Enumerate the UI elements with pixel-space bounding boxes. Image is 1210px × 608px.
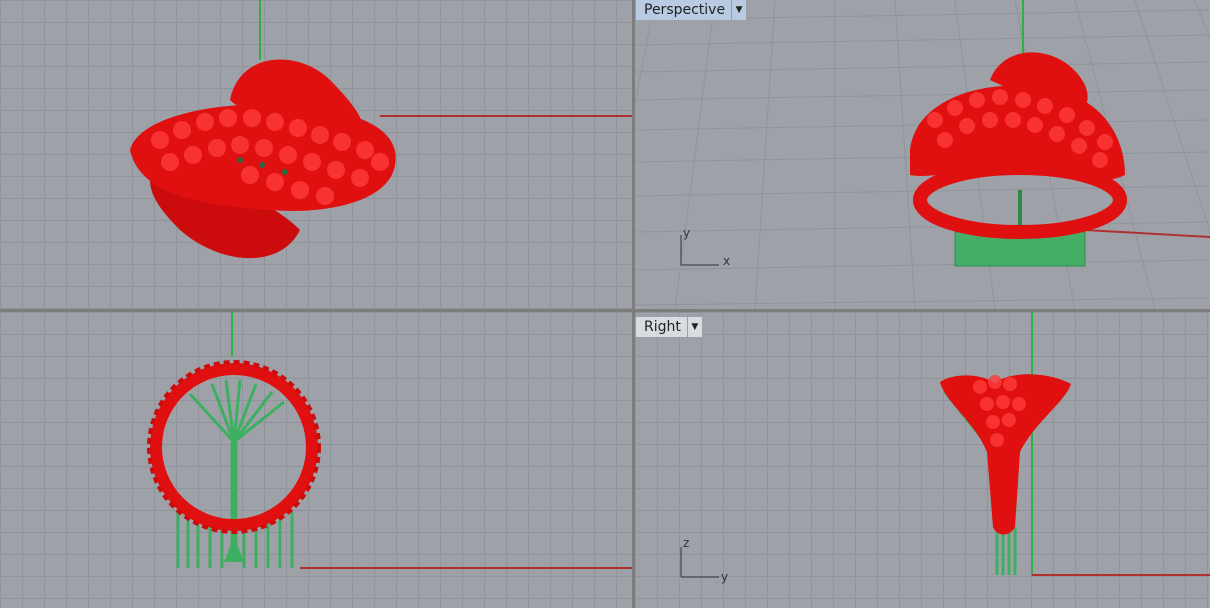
axis-z-label: z: [683, 536, 690, 550]
viewport-label-perspective[interactable]: Perspective ▼: [635, 0, 748, 21]
viewport-perspective[interactable]: Perspective ▼ y x: [635, 0, 1210, 309]
ring-model: [940, 374, 1071, 535]
ring-model: [130, 59, 396, 259]
viewport-right[interactable]: Right ▼ z y: [635, 312, 1210, 608]
viewport-top[interactable]: [0, 0, 632, 309]
front-view-canvas: [147, 312, 632, 569]
axis-y-label: y: [721, 570, 729, 584]
top-view-canvas: [130, 0, 632, 259]
axis-x-label: x: [723, 254, 731, 268]
chevron-down-icon[interactable]: ▼: [731, 0, 746, 20]
axis-y-label: y: [683, 226, 691, 240]
chevron-down-icon[interactable]: ▼: [686, 317, 702, 337]
ring-model: [910, 52, 1127, 239]
support-base: [224, 537, 244, 562]
x-axis-line: [1084, 229, 1210, 238]
viewport-label-right[interactable]: Right ▼: [635, 316, 703, 338]
viewport-title: Perspective: [644, 2, 726, 18]
viewport-title: Right: [644, 319, 681, 335]
viewport-front[interactable]: [0, 312, 632, 608]
